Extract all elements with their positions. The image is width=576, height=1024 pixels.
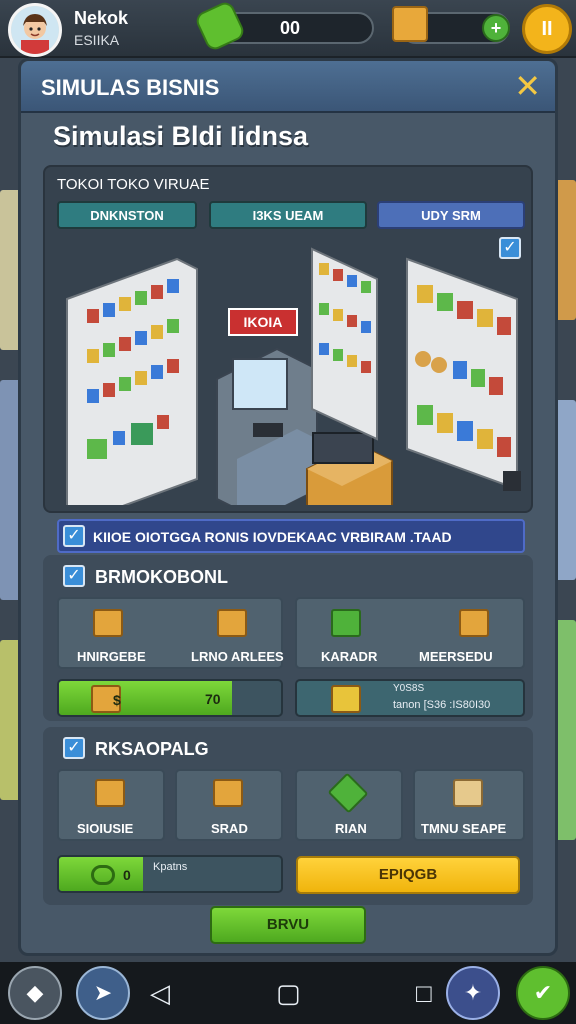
shelf-right xyxy=(406,257,521,491)
item-card-label: RIAN xyxy=(335,821,367,836)
page-subtitle: Simulasi Bldi Iidnsa xyxy=(53,121,309,151)
nav-home-icon[interactable]: ▢ xyxy=(276,978,301,1009)
shelf-middle xyxy=(311,247,378,441)
item-card-label: TMNU SEAPE xyxy=(421,821,507,836)
crate-icon xyxy=(459,609,489,637)
tab-3[interactable]: UDY SRM xyxy=(377,201,525,229)
confirm-button[interactable]: BRVU xyxy=(210,906,366,944)
item-card-label: HNIRGEBE xyxy=(77,649,146,664)
cash-value: 00 xyxy=(280,18,301,38)
game-menu-button[interactable]: ◆ xyxy=(8,966,62,1020)
store-sign-text: IKOIA xyxy=(244,314,283,330)
checkout-counter xyxy=(216,347,318,505)
crate-icon xyxy=(331,685,361,713)
item-card-label: MEERSEDU xyxy=(419,649,493,664)
shelf-left xyxy=(66,257,198,505)
action-button[interactable]: EPIQGB xyxy=(296,856,520,894)
panel-title: SIMULAS BISNIS xyxy=(41,75,220,100)
chat-button[interactable]: ✔ xyxy=(516,966,570,1020)
store-label: TOKOI TOKO VIRUAE xyxy=(57,176,210,193)
game-controller-button[interactable]: ✦ xyxy=(446,966,500,1020)
section-1-checkbox[interactable]: ✓ xyxy=(63,565,85,587)
crate-icon xyxy=(331,609,361,637)
avatar[interactable] xyxy=(8,3,62,57)
item-card-label: LRNO ARLEES xyxy=(191,649,284,664)
player-subtitle: ESIIKA xyxy=(74,32,120,48)
sales-progress-value: 70 xyxy=(205,691,221,707)
box-icon xyxy=(392,6,428,42)
avatar-face-icon xyxy=(11,6,59,54)
crate-icon xyxy=(213,779,243,807)
item-card-label: SRAD xyxy=(211,821,248,836)
info-checkbox[interactable]: ✓ xyxy=(63,525,85,547)
tab-2[interactable]: I3KS UEAM xyxy=(209,201,367,229)
map-button[interactable]: ➤ xyxy=(76,966,130,1020)
supply-progress-text: Kpatns xyxy=(153,861,188,873)
panel-header: SIMULAS BISNIS ✕ xyxy=(21,61,555,113)
item-card-label: KARADR xyxy=(321,649,378,664)
section-2-checkbox[interactable]: ✓ xyxy=(63,737,85,759)
crate-icon xyxy=(95,779,125,807)
close-icon[interactable]: ✕ xyxy=(514,67,541,105)
player-name: Nekok xyxy=(74,8,129,28)
info-text: KIIOE OIOTGGA RONIS IOVDEKAAC VRBIRAM .T… xyxy=(93,529,452,545)
pause-button[interactable]: II xyxy=(522,4,572,54)
supply-progress-label: 0 xyxy=(123,867,131,883)
crate-icon xyxy=(93,609,123,637)
item-card-label: SIOIUSIE xyxy=(77,821,134,836)
progress-icon-label: $ xyxy=(113,692,121,708)
stats-line-2: tanon [S36 :IS80I30 xyxy=(393,699,491,711)
section-1-title: BRMOKOBONL xyxy=(95,567,228,587)
supply-icon xyxy=(91,865,115,885)
tab-1[interactable]: DNKNSTON xyxy=(57,201,197,229)
trash-bin-icon xyxy=(503,471,521,491)
section-2-title: RKSAOPALG xyxy=(95,739,209,759)
add-currency-button[interactable]: + xyxy=(482,14,510,42)
crate-icon xyxy=(217,609,247,637)
business-simulation-panel: SIMULAS BISNIS ✕ Simulasi Bldi Iidnsa TO… xyxy=(18,58,558,956)
stats-line-1: Y0S8S xyxy=(393,683,425,694)
nav-recent-icon[interactable]: □ xyxy=(416,978,432,1009)
store-scene: IKOIA xyxy=(66,247,521,505)
crate-icon xyxy=(453,779,483,807)
nav-back-icon[interactable]: ◁ xyxy=(150,978,170,1009)
wooden-crate xyxy=(306,432,393,505)
